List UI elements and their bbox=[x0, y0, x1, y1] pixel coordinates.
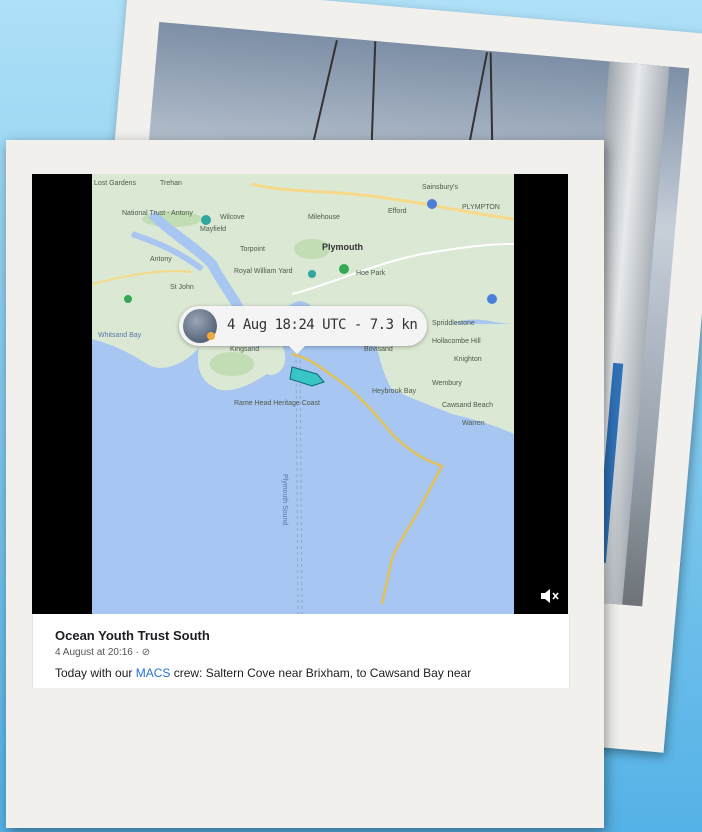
sun-icon bbox=[207, 332, 215, 340]
tooltip-text: 4 Aug 18:24 UTC - 7.3 kn bbox=[227, 317, 418, 333]
post-text-start: Today with our bbox=[55, 666, 136, 680]
poi-pin bbox=[427, 199, 437, 209]
macs-link[interactable]: MACS bbox=[136, 666, 171, 680]
map-label: Heybrook Bay bbox=[372, 388, 416, 395]
weather-icon bbox=[183, 309, 217, 343]
map-label: Spriddlestone bbox=[432, 320, 475, 327]
map-label: St John bbox=[170, 284, 194, 291]
front-polaroid: Lost Gardens Trehan National Trust - Ant… bbox=[6, 140, 604, 828]
muted-speaker-icon[interactable] bbox=[540, 588, 560, 604]
map-label-city: Plymouth bbox=[322, 242, 364, 252]
map-label: Cawsand Beach bbox=[442, 402, 493, 409]
video-player[interactable]: Lost Gardens Trehan National Trust - Ant… bbox=[32, 174, 568, 614]
map-label: Royal William Yard bbox=[234, 268, 293, 275]
map-label: Bovisand bbox=[364, 346, 393, 353]
map-shapes bbox=[92, 174, 514, 614]
map-label: Torpoint bbox=[240, 246, 265, 253]
map-label: Hollacombe Hill bbox=[432, 338, 481, 345]
map-label: Hoe Park bbox=[356, 270, 386, 277]
map-view[interactable]: Lost Gardens Trehan National Trust - Ant… bbox=[92, 174, 514, 614]
map-label: Kingsand bbox=[230, 346, 260, 353]
map-label-sea: Plymouth Sound bbox=[281, 474, 288, 526]
map-label: Rame Head Heritage Coast bbox=[234, 400, 320, 407]
globe-icon: ⊘ bbox=[141, 647, 151, 658]
poi-pin bbox=[339, 264, 349, 274]
post-text-end: crew: Saltern Cove near Brixham, to Caws… bbox=[170, 666, 472, 680]
vessel-tooltip: 4 Aug 18:24 UTC - 7.3 kn bbox=[179, 306, 427, 354]
map-label: Wilcove bbox=[220, 214, 245, 221]
post-date: 4 August at 20:16 · ⊘ bbox=[55, 647, 150, 658]
map-label: Sainsbury's bbox=[422, 184, 458, 191]
post-author[interactable]: Ocean Youth Trust South bbox=[55, 628, 210, 643]
map-label: Milehouse bbox=[308, 214, 340, 221]
map-label: PLYMPTON bbox=[462, 204, 500, 211]
park-area bbox=[210, 352, 254, 376]
map-label: Warren bbox=[462, 420, 485, 427]
map-label: Knighton bbox=[454, 356, 482, 363]
map-label: Mayfield bbox=[200, 226, 227, 233]
map-label: Antony bbox=[150, 256, 172, 263]
shipping-lane bbox=[295, 353, 299, 614]
shipping-lane bbox=[299, 353, 303, 614]
post-text: Today with our MACS crew: Saltern Cove n… bbox=[55, 666, 471, 680]
map-label: Wembury bbox=[432, 380, 462, 387]
poi-pin bbox=[124, 295, 132, 303]
poi-pin bbox=[487, 294, 497, 304]
post-caption: Ocean Youth Trust South 4 August at 20:1… bbox=[32, 614, 570, 688]
map-label: National Trust - Antony bbox=[122, 210, 193, 217]
map-label-sea: Whitsand Bay bbox=[98, 332, 142, 339]
poi-pin bbox=[201, 215, 211, 225]
vessel-icon[interactable] bbox=[289, 366, 325, 387]
map-label: Trehan bbox=[160, 180, 182, 187]
post-date-text: 4 August at 20:16 · bbox=[55, 647, 142, 658]
poi-pin bbox=[308, 270, 316, 278]
map-label: Efford bbox=[388, 208, 407, 215]
map-label: Lost Gardens bbox=[94, 180, 137, 187]
